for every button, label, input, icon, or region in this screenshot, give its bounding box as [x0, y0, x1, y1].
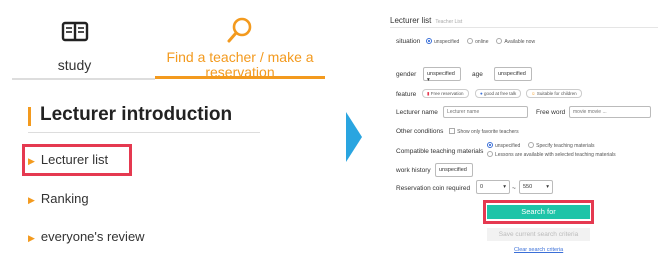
tab-study-label: study — [57, 57, 92, 73]
radio-label: Lessons are available with selected teac… — [495, 152, 616, 158]
smile-icon: ☺ — [531, 91, 536, 96]
favorite-checkbox[interactable] — [449, 128, 456, 135]
highlight-box-search — [483, 200, 594, 224]
free-word-input[interactable] — [569, 106, 651, 118]
chip-label: Suitable for children — [536, 91, 577, 96]
radio-label: online — [475, 39, 489, 45]
radio-label: unspecified — [495, 143, 521, 149]
work-history-label: work history — [396, 167, 431, 174]
gender-label: gender — [396, 71, 417, 78]
chevron-right-icon — [346, 112, 362, 162]
lecturer-name-input[interactable] — [443, 106, 528, 118]
active-tab-indicator — [155, 76, 325, 79]
materials-radio-unspecified[interactable] — [487, 142, 493, 149]
materials-options: unspecified Specify teaching materials — [487, 142, 600, 149]
highlight-box-lecturer-list — [22, 144, 132, 176]
coin-separator: ~ — [512, 185, 516, 192]
clear-criteria-link[interactable]: Clear search criteria — [514, 247, 563, 253]
heading-divider — [28, 132, 260, 133]
search-form-panel: Lecturer list Teacher List situation unsp… — [387, 0, 670, 280]
situation-radio-online[interactable] — [467, 38, 474, 45]
age-label: age — [472, 71, 483, 78]
tab-divider — [12, 78, 155, 80]
materials-label: Compatible teaching materials — [396, 148, 484, 155]
situation-label: situation — [396, 38, 421, 45]
coin-min-value: 0 — [480, 184, 484, 190]
checkbox-label: Show only favorite teachers — [457, 129, 519, 135]
situation-radio-available-now[interactable] — [496, 38, 503, 45]
save-criteria-button[interactable]: Save current search criteria — [487, 228, 590, 241]
lecturer-name-label: Lecturer name — [396, 109, 438, 116]
feature-chip-free-talk[interactable]: ● good at free talk — [475, 89, 522, 98]
chip-label: good at free talk — [483, 91, 517, 96]
chevron-down-icon: ▾ — [503, 184, 506, 190]
coin-max-value: 550 — [523, 184, 533, 190]
caret-right-icon: ▶ — [28, 233, 35, 243]
free-word-label: Free word — [536, 109, 566, 116]
ticket-icon: ▮ — [427, 91, 430, 96]
coin-label: Reservation coin required — [396, 185, 471, 192]
work-history-select[interactable]: unspecified — [435, 163, 473, 177]
coin-min-select[interactable]: 0 ▾ — [476, 180, 510, 194]
feature-label: feature — [396, 91, 417, 98]
form-title-text: Lecturer list — [390, 16, 432, 25]
gender-select[interactable]: unspecified ▾ — [423, 67, 461, 83]
search-icon — [227, 17, 252, 43]
materials-radio-specify[interactable] — [528, 142, 535, 149]
tab-study[interactable]: study — [12, 12, 137, 80]
chat-icon: ● — [480, 91, 483, 96]
materials-option-selected: Lessons are available with selected teac… — [487, 151, 622, 158]
chevron-down-icon: ▾ — [427, 77, 430, 83]
section-heading: Lecturer introduction — [40, 104, 233, 125]
caret-right-icon: ▶ — [28, 195, 35, 205]
nav-item-label: Ranking — [40, 191, 89, 206]
gender-value: unspecified — [427, 71, 455, 77]
situation-row: situation unspecified online Available n… — [396, 38, 541, 45]
radio-label: Available now — [504, 39, 536, 45]
age-select[interactable]: unspecified — [494, 67, 532, 81]
materials-radio-selected[interactable] — [487, 151, 493, 158]
feature-chip-free-reservation[interactable]: ▮ Free reservation — [422, 89, 469, 98]
form-title: Lecturer list Teacher List — [390, 16, 462, 25]
coin-max-select[interactable]: 550 ▾ — [519, 180, 553, 194]
feature-chip-children[interactable]: ☺ Suitable for children — [526, 89, 582, 98]
radio-label: Specify teaching materials — [536, 143, 595, 149]
other-conditions-row: Other conditions Show only favorite teac… — [396, 128, 525, 135]
tab-find-teacher[interactable]: Find a teacher / make a reservation — [155, 12, 325, 80]
title-divider — [390, 27, 658, 28]
chevron-down-icon: ▾ — [546, 184, 549, 190]
nav-item-everyones-review[interactable]: ▶ everyone's review — [28, 229, 145, 244]
radio-label: unspecified — [434, 39, 460, 45]
nav-item-label: everyone's review — [40, 229, 145, 244]
work-history-value: unspecified — [439, 167, 467, 173]
book-icon — [61, 21, 88, 42]
other-conditions-label: Other conditions — [396, 128, 444, 135]
age-value: unspecified — [498, 71, 526, 77]
nav-item-ranking[interactable]: ▶ Ranking — [28, 191, 89, 206]
left-panel: study Find a teacher / make a reservatio… — [0, 0, 335, 280]
chip-label: Free reservation — [430, 91, 464, 96]
heading-accent-bar — [28, 107, 31, 126]
situation-radio-unspecified[interactable] — [426, 38, 433, 45]
form-title-sub: Teacher List — [435, 19, 463, 25]
